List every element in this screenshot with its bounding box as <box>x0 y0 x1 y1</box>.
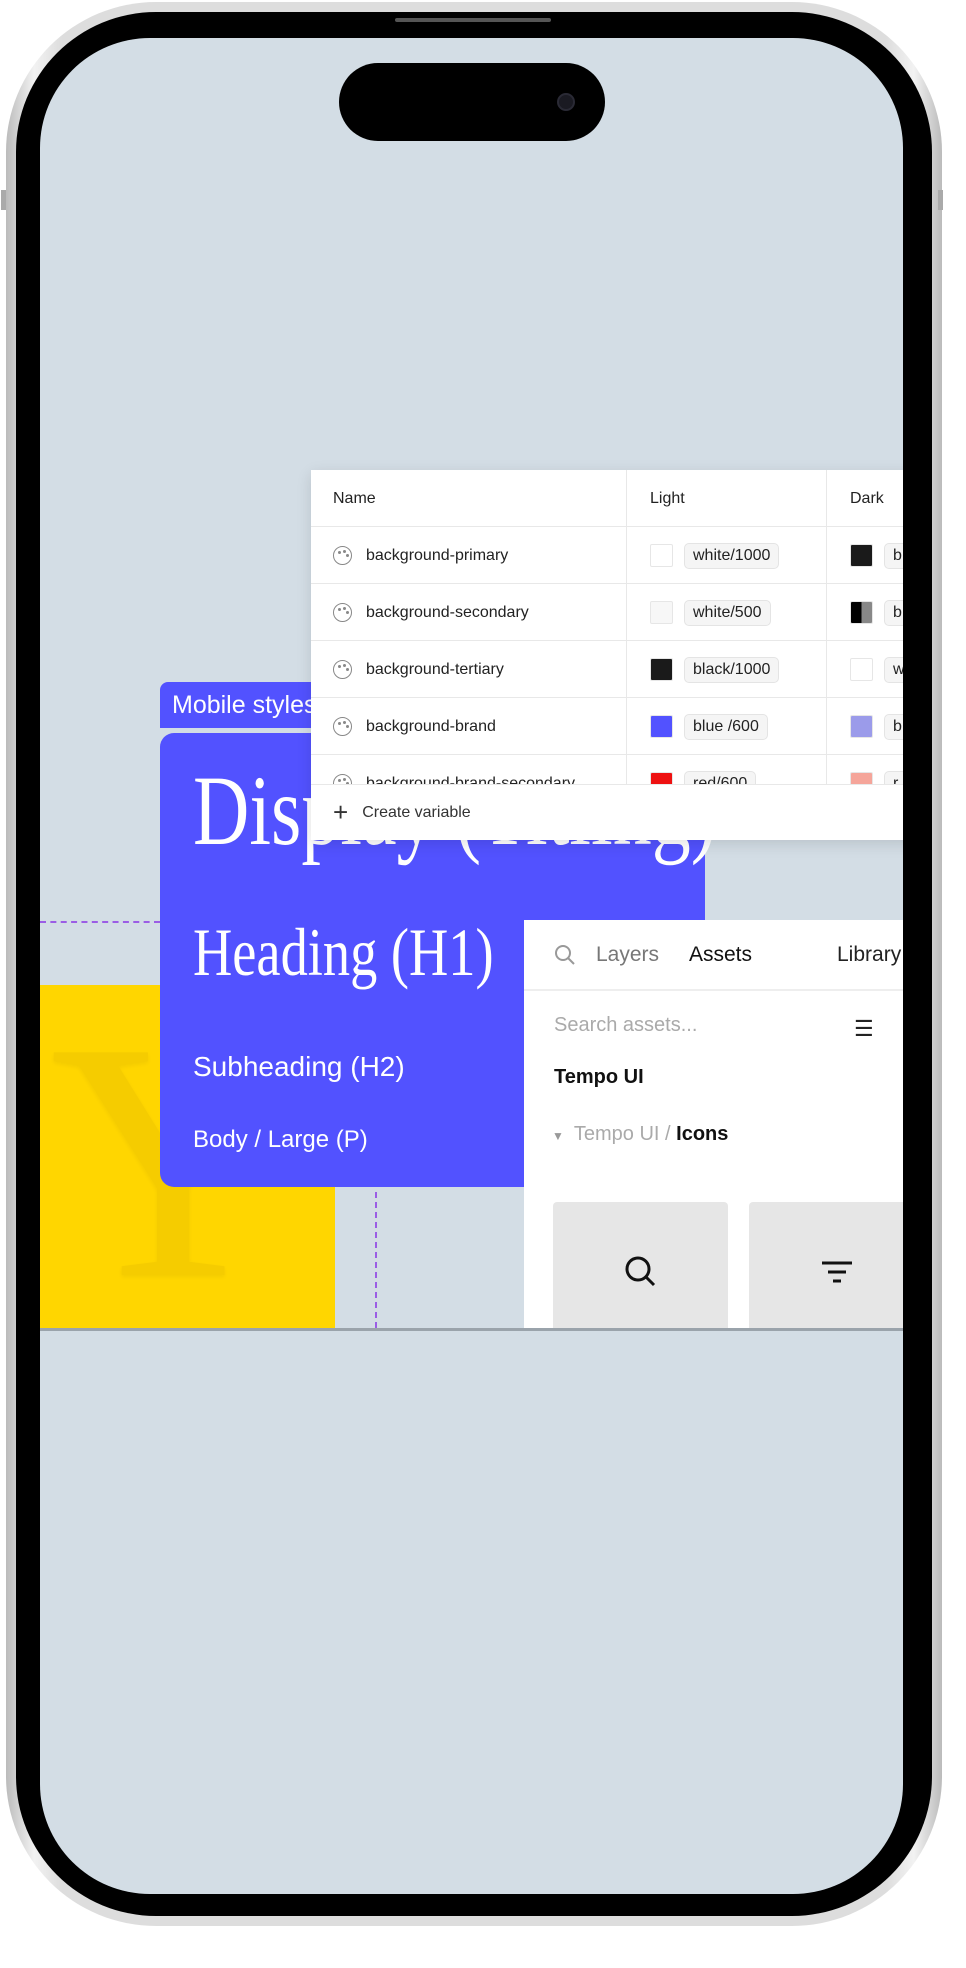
panel-tabs: Layers Assets Library <box>524 920 903 991</box>
search-icon[interactable] <box>554 944 576 966</box>
dynamic-island <box>339 63 605 141</box>
variable-name-cell: background-tertiary <box>311 641 627 698</box>
subheading-style: Subheading (H2) <box>193 1051 405 1082</box>
camera-icon <box>557 93 575 111</box>
dark-value: w <box>884 656 903 683</box>
palette-icon <box>333 603 352 622</box>
variable-name-cell: background-secondary <box>311 584 627 641</box>
color-swatch <box>850 715 873 738</box>
phone-screen: Y Mobile styles Display (Titling) Headin… <box>40 38 903 1894</box>
palette-icon <box>333 546 352 565</box>
path-current: Icons <box>676 1123 729 1145</box>
column-header-light: Light <box>627 470 827 527</box>
dark-value-cell[interactable]: w <box>827 641 903 698</box>
palette-icon <box>333 660 352 679</box>
dark-value: b <box>884 599 903 626</box>
asset-tile-search[interactable] <box>553 1202 728 1328</box>
variable-name-cell: background-primary <box>311 527 627 584</box>
guide-line-vertical <box>375 1192 377 1328</box>
light-value: white/500 <box>684 599 771 626</box>
asset-tile-filter[interactable] <box>749 1202 903 1328</box>
create-variable-button[interactable]: + Create variable <box>311 784 903 840</box>
variable-name: background-brand <box>366 717 496 735</box>
body-style: Body / Large (P) <box>193 1126 368 1153</box>
asset-group-path[interactable]: ▼ Tempo UI / Icons <box>552 1123 728 1146</box>
light-value-cell[interactable]: blue /600 <box>627 698 827 755</box>
table-row[interactable]: background-secondary white/500 b <box>311 584 903 641</box>
search-icon <box>625 1256 655 1287</box>
light-value: white/1000 <box>684 542 780 569</box>
speaker-grille <box>395 18 551 22</box>
palette-icon <box>333 717 352 736</box>
table-header: Name Light Dark <box>311 470 903 527</box>
color-swatch <box>650 601 673 624</box>
color-swatch <box>650 715 673 738</box>
light-value-cell[interactable]: white/1000 <box>627 527 827 584</box>
filter-icon <box>821 1261 852 1283</box>
table-row[interactable]: background-brand blue /600 b <box>311 698 903 755</box>
heading-style: Heading (H1) <box>193 914 494 990</box>
table-row[interactable]: background-tertiary black/1000 w <box>311 641 903 698</box>
variable-name: background-primary <box>366 546 509 564</box>
side-button <box>938 190 943 210</box>
canvas-divider <box>40 1328 903 1331</box>
color-swatch <box>850 544 873 567</box>
path-parent: Tempo UI / <box>573 1123 677 1145</box>
tab-assets[interactable]: Assets <box>689 943 752 967</box>
create-variable-label: Create variable <box>362 803 471 821</box>
plus-icon: + <box>333 797 349 827</box>
side-button <box>1 190 6 210</box>
assets-panel: Layers Assets Library Search assets... ☰… <box>524 920 903 1328</box>
light-value: blue /600 <box>684 713 768 740</box>
dark-value-cell[interactable]: b <box>827 698 903 755</box>
light-value-cell[interactable]: black/1000 <box>627 641 827 698</box>
guide-line-horizontal <box>40 921 160 923</box>
tab-library[interactable]: Library <box>837 943 901 967</box>
light-value-cell[interactable]: white/500 <box>627 584 827 641</box>
color-swatch <box>650 544 673 567</box>
dark-value-cell[interactable]: b <box>827 584 903 641</box>
color-swatch <box>850 658 873 681</box>
variable-name-cell: background-brand <box>311 698 627 755</box>
table-row[interactable]: background-primary white/1000 b <box>311 527 903 584</box>
tab-layers[interactable]: Layers <box>596 943 659 967</box>
variable-name: background-secondary <box>366 603 529 621</box>
library-name: Tempo UI <box>554 1066 644 1088</box>
search-assets-input[interactable]: Search assets... <box>554 1014 697 1037</box>
column-header-name: Name <box>311 470 627 527</box>
column-header-dark: Dark <box>850 489 884 507</box>
dark-value: b <box>884 542 903 569</box>
list-view-icon[interactable]: ☰ <box>854 1016 874 1042</box>
light-value: black/1000 <box>684 656 780 683</box>
color-swatch <box>850 601 873 624</box>
variable-name: background-tertiary <box>366 660 504 678</box>
dark-value-cell[interactable]: b <box>827 527 903 584</box>
caret-down-icon[interactable]: ▼ <box>552 1129 564 1143</box>
variables-table: Name Light Dark background-primary white/… <box>311 470 903 840</box>
color-swatch <box>650 658 673 681</box>
dark-value: b <box>884 713 903 740</box>
